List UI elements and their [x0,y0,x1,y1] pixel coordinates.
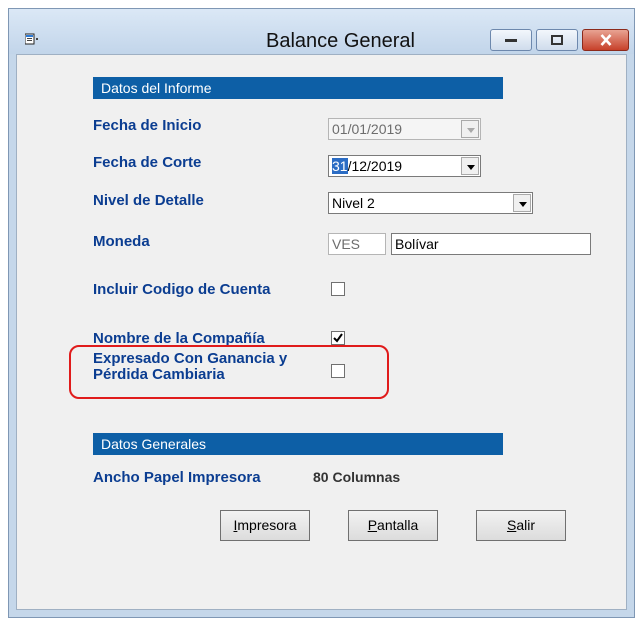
screen-button-hotkey: P [367,517,378,533]
company-name-checkbox[interactable] [331,331,345,345]
detail-level-dropdown-button[interactable] [513,194,531,212]
include-account-code-label: Incluir Codigo de Cuenta [93,281,271,298]
cutoff-date-label: Fecha de Corte [93,154,202,171]
printer-width-value: 80 Columnas [313,469,401,485]
checkmark-icon [333,333,343,343]
minimize-button[interactable] [490,29,532,51]
chevron-down-icon [519,202,527,207]
chevron-down-icon [467,128,475,133]
exit-button[interactable]: Salir [476,510,566,541]
close-icon [600,34,611,46]
cutoff-date-dropdown-button[interactable] [461,157,479,175]
printer-width-label: Ancho Papel Impresora [93,469,261,486]
currency-code-field[interactable]: VES [328,233,386,255]
maximize-icon [551,35,563,45]
currency-name-field[interactable]: Bolívar [391,233,591,255]
start-date-value: 01/01/2019 [332,121,403,137]
exit-button-hotkey: S [506,517,517,533]
general-data-header: Datos Generales [93,433,503,455]
close-button[interactable] [582,29,629,51]
start-date-label: Fecha de Inicio [93,117,202,134]
detail-level-label: Nivel de Detalle [93,192,204,209]
screen-button-label: antalla [377,517,419,533]
detail-level-value: Nivel 2 [332,195,375,211]
highlight-annotation [69,345,389,399]
cutoff-date-rest: /12/2019 [347,158,403,174]
cutoff-date-day-selected: 31 [332,158,348,174]
detail-level-select[interactable]: Nivel 2 [328,192,533,214]
printer-button[interactable]: Impresora [220,510,310,541]
exit-button-label: alir [516,517,535,533]
start-date-dropdown-button[interactable] [461,120,479,138]
printer-button-label: mpresora [237,517,297,533]
report-data-header: Datos del Informe [93,77,503,99]
minimize-icon [505,39,517,42]
chevron-down-icon [467,165,475,170]
cutoff-date-select[interactable]: 31/12/2019 [328,155,481,177]
currency-label: Moneda [93,233,150,250]
screen-button[interactable]: Pantalla [348,510,438,541]
title-bar[interactable]: Balance General [9,9,634,54]
start-date-select[interactable]: 01/01/2019 [328,118,481,140]
include-account-code-checkbox[interactable] [331,282,345,296]
maximize-button[interactable] [536,29,578,51]
